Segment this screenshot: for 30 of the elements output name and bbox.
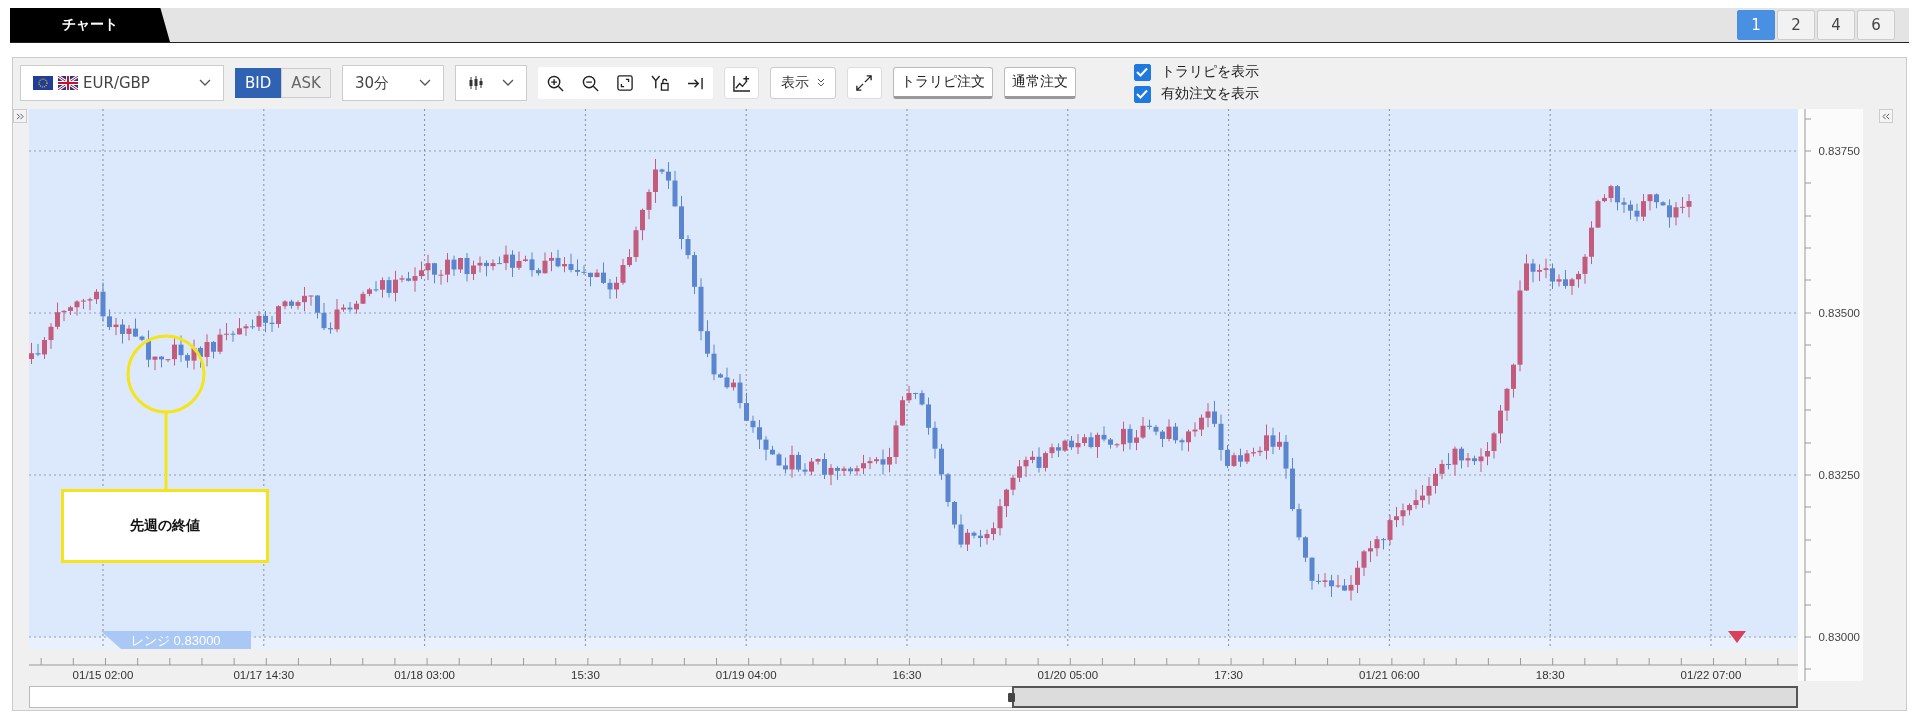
price-side-toggle[interactable]: ASK: [281, 68, 331, 98]
time-label: 16:30: [892, 669, 922, 681]
layout-button[interactable]: 6: [1857, 10, 1895, 40]
checkbox-label: トラリピを表示: [1160, 63, 1259, 81]
time-label: 01/19 04:00: [715, 669, 777, 681]
price-label: 0.83250: [1818, 469, 1860, 481]
chart-tab[interactable]: チャート: [10, 8, 170, 42]
display-menu-button[interactable]: 表示: [769, 67, 836, 99]
trailing-order-button[interactable]: トラリピ注文: [892, 67, 993, 99]
time-label: 15:30: [571, 669, 600, 681]
time-label: 17:30: [1214, 669, 1243, 681]
checkbox-label: 有効注文を表示: [1160, 85, 1259, 103]
layout-button[interactable]: 4: [1817, 10, 1855, 40]
time-label: 01/17 14:30: [233, 669, 295, 681]
price-label: 0.83000: [1818, 631, 1860, 643]
range-label: レンジ 0.83000: [131, 633, 221, 648]
price-label: 0.83750: [1818, 145, 1860, 157]
time-label: 01/22 07:00: [1680, 669, 1742, 681]
price-side-toggle[interactable]: BID: [235, 68, 282, 98]
price-label: 0.83500: [1818, 307, 1860, 319]
normal-order-button[interactable]: 通常注文: [1003, 67, 1076, 99]
time-label: 01/15 02:00: [72, 669, 134, 681]
annotation-box: 先週の終値: [61, 489, 269, 563]
interval-dropdown[interactable]: 30分: [341, 65, 444, 101]
time-label: 18:30: [1535, 669, 1565, 681]
time-label: 01/21 06:00: [1359, 669, 1420, 681]
symbol-dropdown[interactable]: EUR/GBP: [20, 65, 224, 101]
time-label: 01/18 03:00: [394, 669, 455, 681]
layout-button[interactable]: 2: [1777, 10, 1815, 40]
time-label: 01/20 05:00: [1037, 669, 1099, 681]
